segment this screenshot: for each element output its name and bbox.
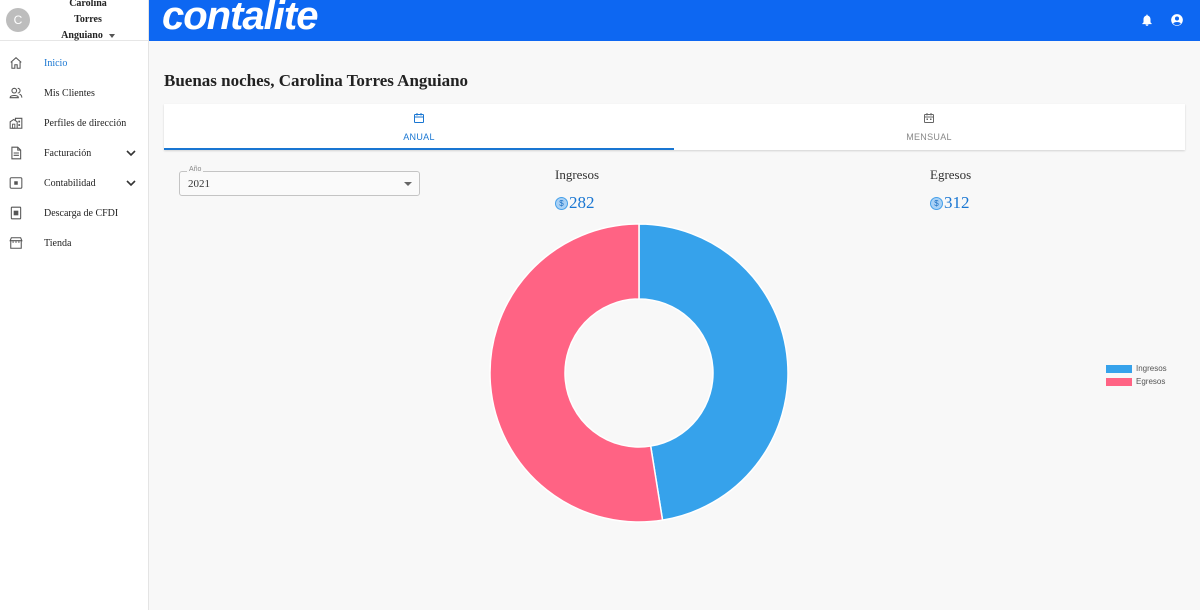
user-name-second: Anguiano xyxy=(61,30,103,41)
year-select-label: Año xyxy=(187,166,204,173)
donut-slice-egresos[interactable] xyxy=(489,223,664,523)
sidebar-item-label: Tienda xyxy=(44,237,72,249)
bell-icon[interactable] xyxy=(1140,13,1154,27)
donut-slice-ingresos[interactable] xyxy=(638,223,789,521)
chart-legend: Ingresos Egresos xyxy=(1106,362,1167,388)
calendar-icon xyxy=(413,112,425,124)
document-icon xyxy=(9,146,23,160)
people-icon xyxy=(9,86,23,100)
tab-label: MENSUAL xyxy=(906,132,952,142)
sidebar-nav: Inicio Mis Clientes Perfiles de direcció… xyxy=(0,41,148,258)
store-icon xyxy=(9,236,23,250)
legend-label: Egresos xyxy=(1136,377,1166,386)
legend-swatch xyxy=(1106,364,1132,373)
tab-indicator xyxy=(164,148,674,150)
user-name-first: Carolina Torres xyxy=(69,0,107,25)
download-file-icon xyxy=(9,206,23,220)
legend-item-ingresos[interactable]: Ingresos xyxy=(1106,362,1167,375)
sidebar-item-descarga-cfdi[interactable]: Descarga de CFDI xyxy=(0,198,148,228)
egresos-amount: 312 xyxy=(944,193,970,212)
account-circle-icon[interactable] xyxy=(1170,13,1184,27)
home-icon xyxy=(9,56,23,70)
sidebar-item-facturacion[interactable]: Facturación xyxy=(0,138,148,168)
ingresos-title: Ingresos xyxy=(555,167,600,182)
ingresos-value: $ 282 xyxy=(555,193,595,213)
avatar[interactable]: C xyxy=(6,8,30,32)
tab-mensual[interactable]: MENSUAL xyxy=(674,104,1184,150)
legend-item-egresos[interactable]: Egresos xyxy=(1106,375,1167,388)
sidebar-item-label: Descarga de CFDI xyxy=(44,207,119,219)
year-select-value: 2021 xyxy=(188,178,210,190)
top-bar: contalite xyxy=(149,0,1200,41)
sidebar-item-contabilidad[interactable]: Contabilidad xyxy=(0,168,148,198)
user-name[interactable]: Carolina Torres Anguiano xyxy=(56,0,120,44)
user-menu[interactable]: C Carolina Torres Anguiano xyxy=(0,0,148,41)
dollar-coin-icon: $ xyxy=(555,196,568,210)
sidebar-item-tienda[interactable]: Tienda xyxy=(0,228,148,258)
sidebar: C Carolina Torres Anguiano Inicio Mis Cl… xyxy=(0,0,149,610)
year-select[interactable]: Año 2021 xyxy=(179,166,420,196)
period-tabs: ANUAL MENSUAL xyxy=(164,104,1185,150)
legend-label: Ingresos xyxy=(1136,364,1167,373)
calendar-icon xyxy=(923,112,935,124)
sidebar-item-label: Facturación xyxy=(44,147,92,159)
caret-down-icon[interactable] xyxy=(404,182,412,186)
donut-chart[interactable] xyxy=(488,222,790,524)
sidebar-item-label: Contabilidad xyxy=(44,177,96,189)
caret-down-icon[interactable] xyxy=(108,33,115,38)
tab-anual[interactable]: ANUAL xyxy=(164,104,674,150)
chevron-down-icon[interactable] xyxy=(126,178,136,188)
ingresos-amount: 282 xyxy=(569,193,595,212)
page-title: Buenas noches, Carolina Torres Anguiano xyxy=(164,71,469,90)
sidebar-item-inicio[interactable]: Inicio xyxy=(0,48,148,78)
egresos-value: $ 312 xyxy=(930,193,970,213)
sidebar-item-label: Inicio xyxy=(44,57,68,69)
ledger-icon xyxy=(9,176,23,190)
sidebar-item-perfiles[interactable]: Perfiles de dirección xyxy=(0,108,148,138)
sidebar-item-mis-clientes[interactable]: Mis Clientes xyxy=(0,78,148,108)
egresos-title: Egresos xyxy=(930,167,972,182)
dollar-coin-icon: $ xyxy=(930,196,943,210)
app-logo[interactable]: contalite xyxy=(162,0,318,39)
legend-swatch xyxy=(1106,377,1132,386)
building-icon xyxy=(9,116,23,130)
sidebar-item-label: Perfiles de dirección xyxy=(44,117,127,129)
tab-label: ANUAL xyxy=(403,132,435,142)
chevron-down-icon[interactable] xyxy=(126,148,136,158)
sidebar-item-label: Mis Clientes xyxy=(44,87,95,99)
